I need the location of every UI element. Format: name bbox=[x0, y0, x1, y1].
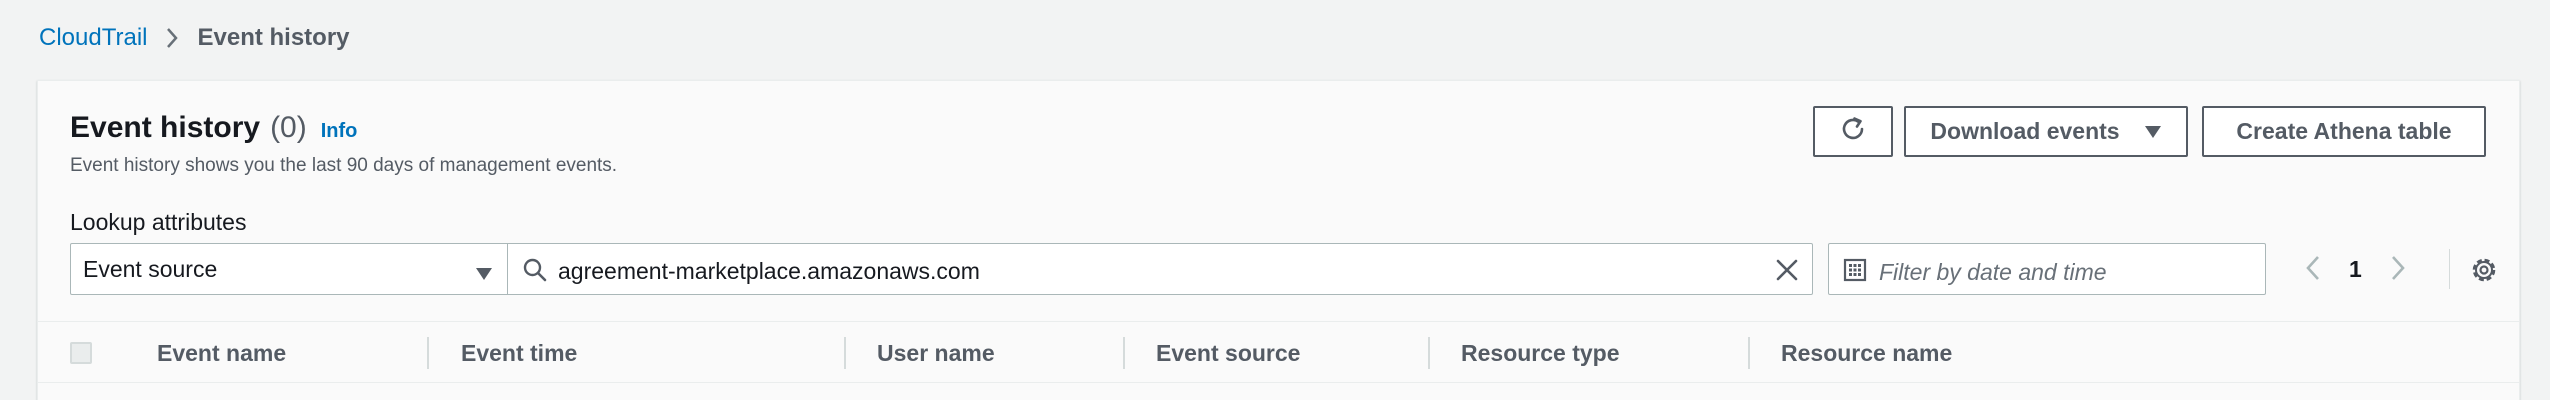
close-icon[interactable] bbox=[1774, 257, 1800, 288]
date-time-filter[interactable]: Filter by date and time bbox=[1828, 243, 2266, 295]
create-athena-table-button[interactable]: Create Athena table bbox=[2202, 106, 2486, 157]
breadcrumb-current: Event history bbox=[197, 24, 350, 51]
caret-down-icon bbox=[475, 260, 493, 287]
refresh-icon bbox=[1838, 114, 1868, 150]
column-divider[interactable] bbox=[1428, 337, 1430, 369]
column-user-name[interactable]: User name bbox=[877, 340, 995, 367]
lookup-attributes-label: Lookup attributes bbox=[70, 209, 247, 235]
previous-page-icon[interactable] bbox=[2305, 255, 2321, 286]
table-header: Event name Event time User name Event so… bbox=[38, 321, 2519, 383]
page-header: Event history (0) Info bbox=[70, 111, 357, 151]
event-history-container: Event history (0) Info Event history sho… bbox=[37, 80, 2520, 400]
refresh-button[interactable] bbox=[1813, 106, 1893, 157]
select-all-checkbox[interactable] bbox=[70, 342, 92, 364]
gear-icon[interactable] bbox=[2470, 256, 2498, 289]
column-resource-type[interactable]: Resource type bbox=[1461, 340, 1620, 367]
breadcrumb-link-cloudtrail[interactable]: CloudTrail bbox=[39, 24, 147, 52]
lookup-attribute-select[interactable]: Event source bbox=[70, 243, 508, 295]
download-events-label: Download events bbox=[1930, 118, 2120, 144]
column-event-name[interactable]: Event name bbox=[157, 340, 286, 367]
column-divider[interactable] bbox=[427, 337, 429, 369]
lookup-attribute-value: Event source bbox=[83, 255, 218, 282]
page-description: Event history shows you the last 90 days… bbox=[70, 155, 618, 176]
column-divider[interactable] bbox=[1123, 337, 1125, 369]
page-title: Event history bbox=[70, 111, 261, 144]
column-event-source[interactable]: Event source bbox=[1156, 340, 1300, 367]
column-event-time[interactable]: Event time bbox=[461, 340, 577, 367]
search-icon bbox=[522, 257, 548, 288]
column-resource-name[interactable]: Resource name bbox=[1781, 340, 1952, 367]
column-divider[interactable] bbox=[1748, 337, 1750, 369]
date-filter-placeholder: Filter by date and time bbox=[1879, 259, 2107, 285]
caret-down-icon bbox=[2144, 125, 2162, 139]
event-count: (0) bbox=[270, 111, 307, 144]
pagination-divider bbox=[2449, 249, 2450, 289]
download-events-button[interactable]: Download events bbox=[1904, 106, 2188, 157]
breadcrumb: CloudTrail Event history bbox=[39, 22, 350, 54]
search-input[interactable] bbox=[558, 258, 1738, 285]
calendar-icon bbox=[1843, 258, 1867, 287]
lookup-search-field[interactable] bbox=[507, 243, 1813, 295]
info-link[interactable]: Info bbox=[321, 120, 358, 143]
column-divider[interactable] bbox=[844, 337, 846, 369]
next-page-icon[interactable] bbox=[2390, 255, 2406, 286]
chevron-right-icon bbox=[165, 27, 179, 49]
current-page-number[interactable]: 1 bbox=[2349, 256, 2362, 283]
